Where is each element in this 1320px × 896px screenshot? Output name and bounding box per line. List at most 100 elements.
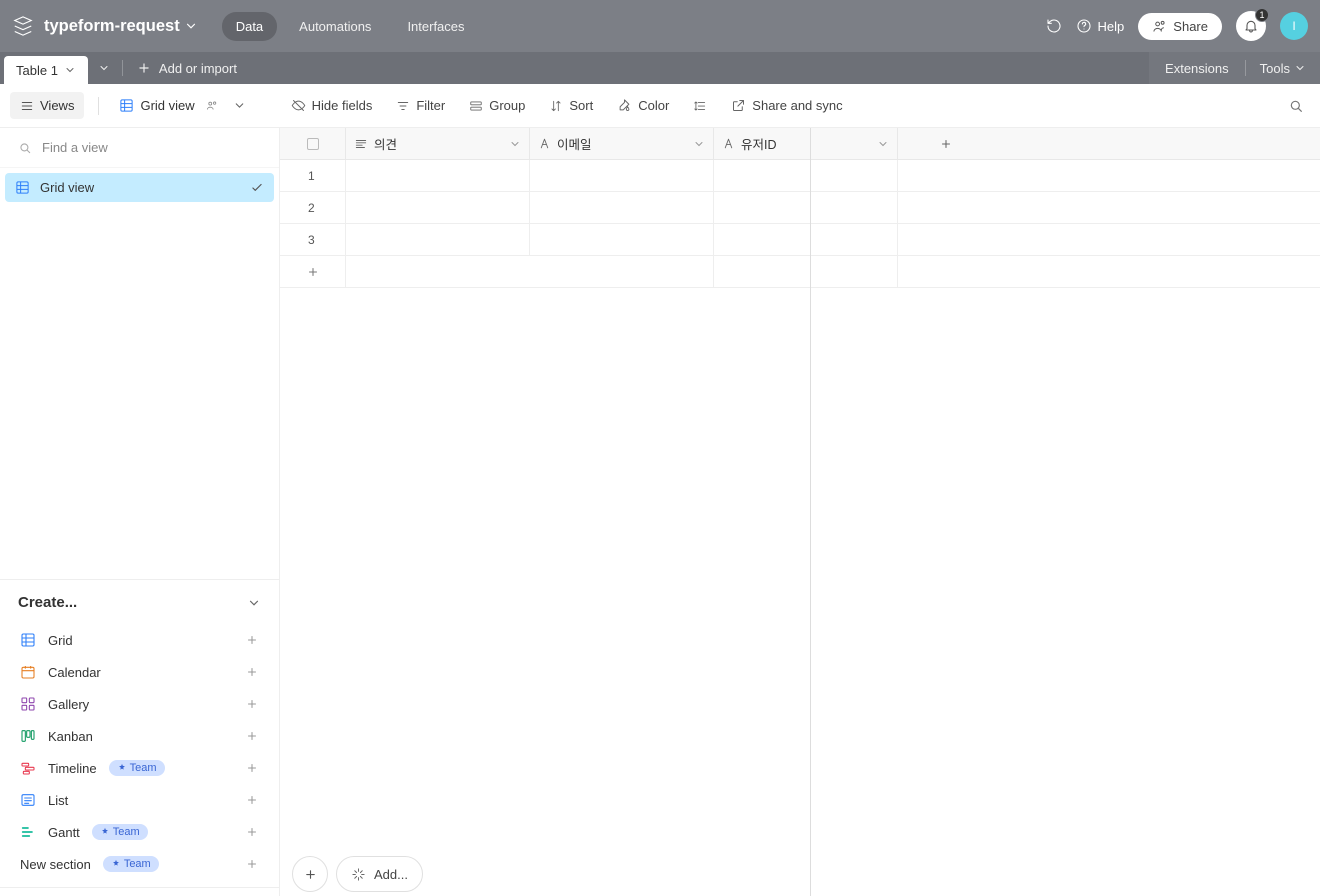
people-icon [205, 99, 219, 113]
find-view-input[interactable]: Find a view [0, 128, 279, 168]
check-icon [250, 181, 264, 195]
column-header-0[interactable]: 의견 [346, 128, 530, 159]
hide-fields-button[interactable]: Hide fields [282, 93, 382, 118]
cell[interactable] [346, 160, 530, 191]
select-all-checkbox[interactable] [280, 128, 346, 159]
create-item-label: Grid [48, 633, 73, 648]
column-header-2[interactable]: 유저ID [714, 128, 898, 159]
table-tabs-menu[interactable] [88, 52, 120, 84]
cell[interactable] [346, 192, 530, 223]
long-text-icon [354, 137, 368, 151]
tab-data[interactable]: Data [222, 12, 277, 41]
share-label: Share [1173, 19, 1208, 34]
create-kanban[interactable]: Kanban [18, 721, 261, 751]
search-icon [1288, 98, 1304, 114]
topbar: typeform-request Data Automations Interf… [0, 0, 1320, 52]
extensions-button[interactable]: Extensions [1149, 52, 1245, 84]
chevron-down-icon [509, 138, 521, 150]
sidebar-view-grid[interactable]: Grid view [5, 173, 274, 202]
cell[interactable] [530, 224, 714, 255]
sort-button[interactable]: Sort [540, 93, 602, 118]
help-button[interactable]: Help [1076, 18, 1125, 34]
create-grid[interactable]: Grid [18, 625, 261, 655]
tools-button[interactable]: Tools [1246, 61, 1320, 76]
filter-button[interactable]: Filter [387, 93, 454, 118]
menu-icon [20, 99, 34, 113]
create-calendar[interactable]: Calendar [18, 657, 261, 687]
gantt-icon [20, 824, 36, 840]
footer-add-row-button[interactable] [292, 856, 328, 892]
grid-header: 의견 이메일 유저ID [280, 128, 1320, 160]
sidebar-view-label: Grid view [40, 180, 94, 195]
plus-icon [245, 761, 259, 775]
chevron-down-icon [1294, 62, 1306, 74]
create-header[interactable]: Create... [18, 594, 261, 611]
plus-icon [245, 857, 259, 871]
plus-icon [245, 697, 259, 711]
base-title[interactable]: typeform-request [44, 17, 180, 36]
create-header-label: Create... [18, 594, 77, 611]
chevron-down-icon [247, 596, 261, 610]
row-number: 1 [280, 160, 346, 191]
add-row [280, 256, 1320, 288]
add-column-button[interactable] [898, 128, 994, 159]
help-label: Help [1098, 19, 1125, 34]
create-list[interactable]: List [18, 785, 261, 815]
history-button[interactable] [1046, 18, 1062, 34]
cell[interactable] [714, 160, 898, 191]
calendar-icon [20, 664, 36, 680]
color-button[interactable]: Color [608, 93, 678, 118]
create-timeline[interactable]: Timeline Team [18, 753, 261, 783]
find-view-placeholder: Find a view [42, 140, 108, 155]
share-button[interactable]: Share [1138, 13, 1222, 40]
table-bar: Table 1 Add or import Extensions Tools [0, 52, 1320, 84]
column-header-1[interactable]: 이메일 [530, 128, 714, 159]
create-item-label: List [48, 793, 68, 808]
paint-icon [617, 98, 632, 113]
tab-interfaces[interactable]: Interfaces [393, 12, 478, 41]
create-gantt[interactable]: Gantt Team [18, 817, 261, 847]
row-height-button[interactable] [684, 94, 716, 118]
tools-label: Tools [1260, 61, 1290, 76]
footer-add-menu-button[interactable]: Add... [336, 856, 423, 892]
views-toggle-button[interactable]: Views [10, 92, 84, 119]
search-icon [18, 141, 32, 155]
row-number: 2 [280, 192, 346, 223]
table-row[interactable]: 1 [280, 160, 1320, 192]
share-sync-button[interactable]: Share and sync [722, 93, 851, 118]
create-gallery[interactable]: Gallery [18, 689, 261, 719]
chevron-down-icon [693, 138, 705, 150]
search-button[interactable] [1282, 92, 1310, 120]
external-link-icon [731, 98, 746, 113]
title-chevron-icon[interactable] [184, 19, 198, 33]
tab-automations[interactable]: Automations [285, 12, 385, 41]
checkbox-icon [307, 138, 319, 150]
plus-icon [303, 867, 318, 882]
main-area: Find a view Grid view Create... Grid [0, 128, 1320, 896]
plus-icon [245, 825, 259, 839]
group-button[interactable]: Group [460, 93, 534, 118]
cell[interactable] [530, 192, 714, 223]
table-row[interactable]: 3 [280, 224, 1320, 256]
table-row[interactable]: 2 [280, 192, 1320, 224]
cell[interactable] [714, 224, 898, 255]
plus-icon [245, 633, 259, 647]
cell[interactable] [714, 192, 898, 223]
current-view-button[interactable]: Grid view [113, 94, 251, 117]
plus-icon [306, 265, 320, 279]
notifications-button[interactable]: 1 [1236, 11, 1266, 41]
user-avatar[interactable]: I [1280, 12, 1308, 40]
cell[interactable] [530, 256, 714, 287]
cell[interactable] [346, 224, 530, 255]
gallery-icon [20, 696, 36, 712]
create-section: Create... Grid Calendar Gallery [0, 579, 279, 896]
cell[interactable] [530, 160, 714, 191]
list-icon [20, 792, 36, 808]
cell[interactable] [714, 256, 898, 287]
add-row-button[interactable] [280, 256, 346, 287]
group-label: Group [489, 98, 525, 113]
table-tab-active[interactable]: Table 1 [4, 56, 88, 84]
add-or-import-button[interactable]: Add or import [125, 52, 249, 84]
text-icon [538, 137, 551, 150]
create-new-section[interactable]: New section Team [18, 849, 261, 879]
